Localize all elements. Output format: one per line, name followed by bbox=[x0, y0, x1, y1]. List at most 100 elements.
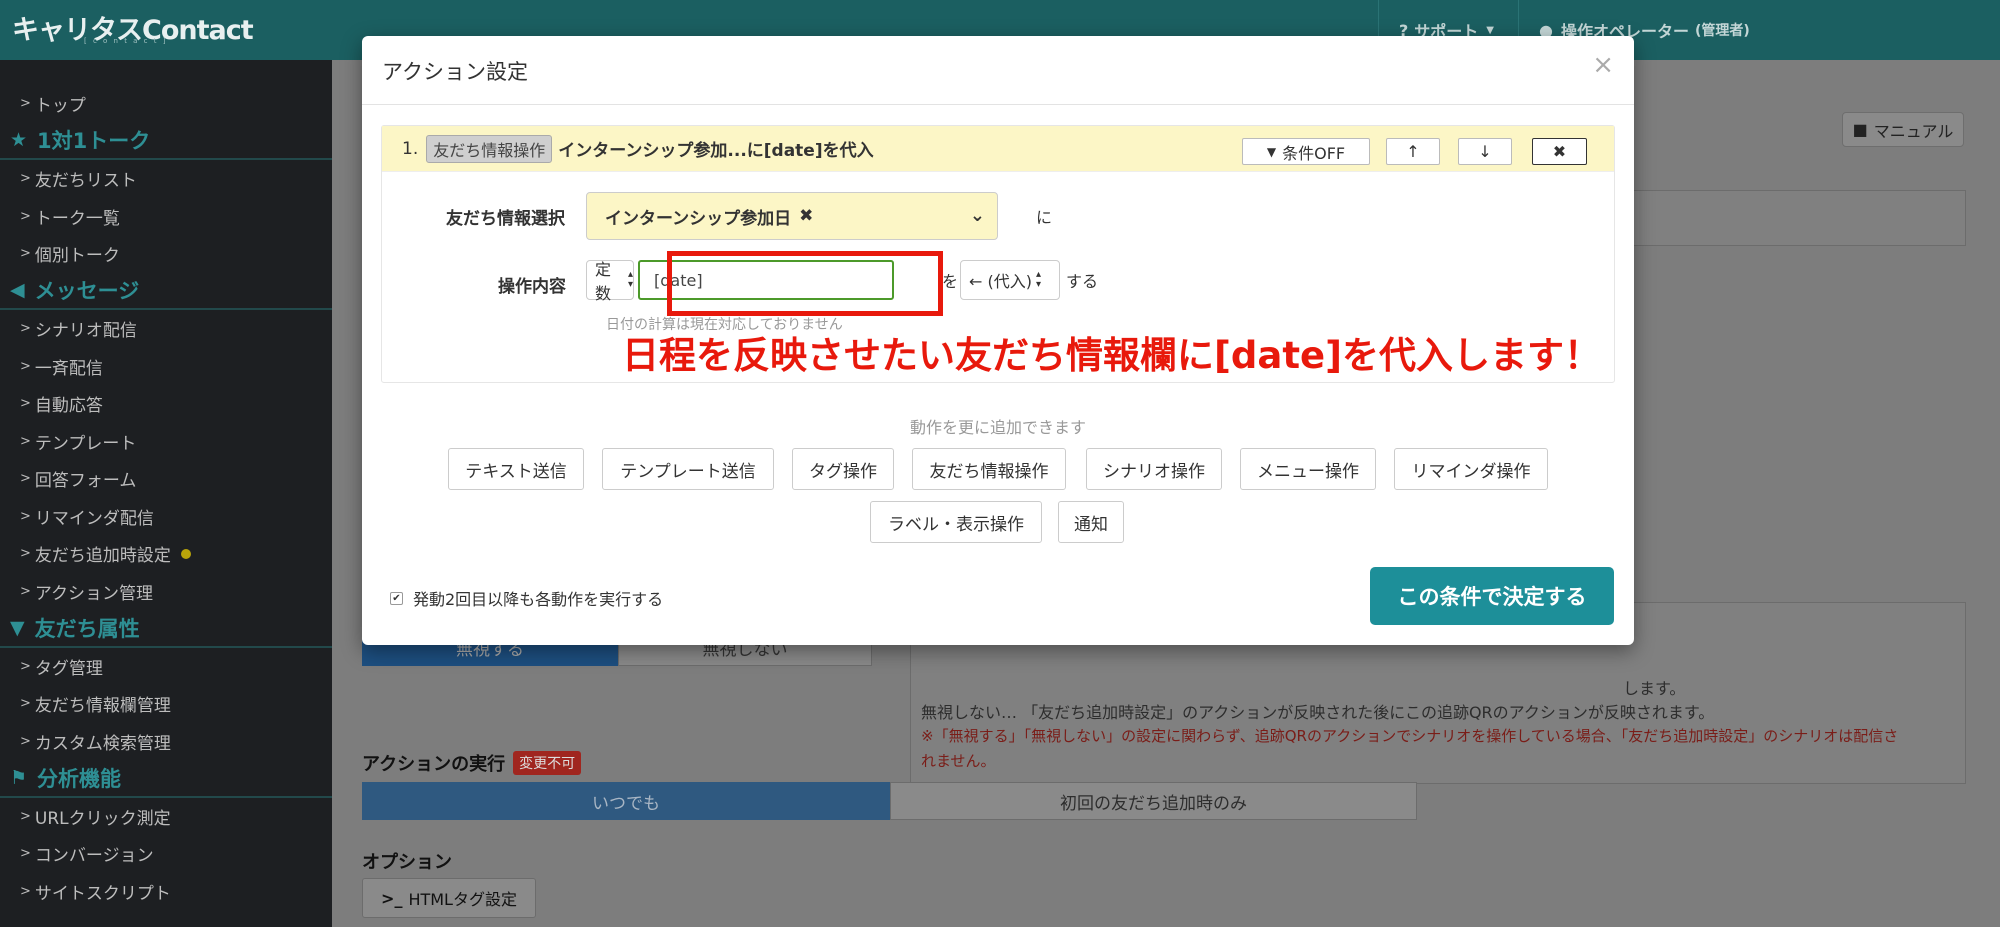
move-down-button[interactable]: ↓ bbox=[1458, 138, 1512, 165]
terminal-icon: >_ bbox=[381, 888, 403, 908]
sidebar-item-label: トーク一覧 bbox=[34, 208, 120, 229]
sidebar-item-friend-field-mgmt[interactable]: > 友だち情報欄管理 bbox=[0, 685, 332, 723]
sidebar-section-label: 1対1トーク bbox=[37, 129, 151, 154]
chevron-right-icon: > bbox=[20, 246, 31, 262]
chevron-right-icon: > bbox=[20, 696, 31, 712]
sidebar-item-label: カスタム検索管理 bbox=[34, 733, 171, 754]
sidebar-item-friend-list[interactable]: > 友だちリスト bbox=[0, 160, 332, 198]
info-warning: れません。 bbox=[921, 752, 996, 770]
sidebar-item-template[interactable]: > テンプレート bbox=[0, 423, 332, 461]
exec-first-only-toggle[interactable]: 初回の友だち追加時のみ bbox=[890, 782, 1417, 820]
operation-type-select[interactable]: 定数 ▴ ▾ bbox=[586, 260, 634, 303]
book-icon: ■ bbox=[1852, 120, 1868, 139]
sidebar-item-url-click[interactable]: > URLクリック測定 bbox=[0, 798, 332, 836]
chevron-right-icon: > bbox=[20, 208, 31, 224]
friend-info-label: 友だち情報選択 bbox=[446, 209, 565, 229]
sidebar-section-talk: ★ 1対1トーク bbox=[0, 123, 332, 160]
sidebar-item-label: URLクリック測定 bbox=[34, 808, 171, 829]
add-tag-operation-button[interactable]: タグ操作 bbox=[792, 448, 894, 490]
chevron-right-icon: > bbox=[20, 321, 31, 337]
caret-down-icon: ▼ bbox=[1486, 24, 1494, 36]
sidebar: > トップ ★ 1対1トーク > 友だちリスト > トーク一覧 > 個別トーク ◀ メッセー… bbox=[0, 60, 332, 927]
add-friend-info-operation-button[interactable]: 友だち情報操作 bbox=[912, 448, 1066, 490]
sidebar-item-label: サイトスクリプト bbox=[34, 883, 171, 904]
sidebar-section-analysis: ⚑ 分析機能 bbox=[0, 760, 332, 798]
assign-select[interactable]: ← (代入) ▴ ▾ bbox=[960, 260, 1060, 300]
checkbox-checked-icon[interactable]: ✔ bbox=[390, 591, 403, 605]
add-text-send-button[interactable]: テキスト送信 bbox=[448, 448, 584, 490]
manual-button[interactable]: ■ マニュアル bbox=[1842, 112, 1964, 147]
info-text: 無視しない… 「友だち追加時設定」のアクションが反映された後にこの追跡QRのアク… bbox=[921, 703, 1715, 722]
operator-role: (管理者) bbox=[1694, 23, 1750, 39]
sidebar-item-answer-form[interactable]: > 回答フォーム bbox=[0, 460, 332, 498]
particle-wo: を bbox=[942, 272, 959, 291]
add-template-send-button[interactable]: テンプレート送信 bbox=[602, 448, 774, 490]
sort-icon: ▴ ▾ bbox=[627, 269, 633, 290]
sidebar-item-label: テンプレート bbox=[34, 433, 137, 454]
delete-action-button[interactable]: ✖ bbox=[1532, 138, 1587, 165]
add-action-hint: 動作を更に追加できます bbox=[909, 418, 1086, 437]
chevron-right-icon: > bbox=[20, 658, 31, 674]
exec-always-toggle[interactable]: いつでも bbox=[362, 782, 890, 820]
modal-title: アクション設定 bbox=[382, 60, 528, 84]
confirm-condition-button[interactable]: この条件で決定する bbox=[1370, 567, 1614, 625]
locked-badge: 変更不可 bbox=[513, 751, 582, 775]
sidebar-item-label: トップ bbox=[34, 96, 86, 117]
chevron-right-icon: > bbox=[20, 846, 31, 862]
sidebar-item-top[interactable]: > トップ bbox=[0, 85, 332, 123]
sort-icon: ▴ ▾ bbox=[1035, 269, 1042, 290]
arrow-up-icon: ↑ bbox=[1406, 142, 1420, 161]
sidebar-item-talk-list[interactable]: > トーク一覧 bbox=[0, 198, 332, 236]
operation-type-value: 定数 bbox=[595, 260, 612, 303]
chevron-right-icon: > bbox=[20, 546, 31, 562]
manual-label: マニュアル bbox=[1873, 121, 1954, 141]
sidebar-item-label: リマインダ配信 bbox=[34, 508, 154, 529]
sidebar-item-label: 友だちリスト bbox=[34, 171, 137, 192]
remove-icon[interactable]: ✖ bbox=[799, 206, 813, 226]
info-warning: ※「無視する」「無視しない」の設定に関わらず、追跡QRのアクションでシナリオを操… bbox=[921, 727, 1899, 745]
move-up-button[interactable]: ↑ bbox=[1386, 138, 1440, 165]
html-tag-label: HTMLタグ設定 bbox=[408, 890, 517, 909]
add-scenario-operation-button[interactable]: シナリオ操作 bbox=[1086, 448, 1222, 490]
action-panel-title: インターンシップ参加...に[date]を代入 bbox=[558, 141, 874, 161]
arrow-down-icon: ↓ bbox=[1478, 142, 1492, 161]
action-index: 1. bbox=[402, 138, 419, 159]
sidebar-item-custom-search[interactable]: > カスタム検索管理 bbox=[0, 723, 332, 761]
repeat-actions-checkbox[interactable]: ✔ 発動2回目以降も各動作を実行する bbox=[390, 586, 663, 610]
sidebar-item-action-mgmt[interactable]: > アクション管理 bbox=[0, 573, 332, 611]
sidebar-item-tag-mgmt[interactable]: > タグ管理 bbox=[0, 648, 332, 686]
chevron-right-icon: > bbox=[20, 471, 31, 487]
sidebar-section-label: メッセージ bbox=[34, 279, 140, 304]
status-dot bbox=[180, 548, 191, 559]
info-text: します。 bbox=[1623, 679, 1686, 698]
friend-info-select[interactable]: インターンシップ参加日 ✖ ⌄ bbox=[586, 192, 998, 240]
chevron-right-icon: > bbox=[20, 733, 31, 749]
sidebar-item-friend-add-setting[interactable]: > 友だち追加時設定 bbox=[0, 535, 332, 573]
sidebar-item-label: アクション管理 bbox=[34, 583, 154, 604]
assign-value: ← (代入) bbox=[969, 272, 1032, 291]
chevron-right-icon: > bbox=[20, 96, 31, 112]
sidebar-item-reminder[interactable]: > リマインダ配信 bbox=[0, 498, 332, 536]
close-icon[interactable]: × bbox=[1592, 50, 1614, 80]
sidebar-item-conversion[interactable]: > コンバージョン bbox=[0, 835, 332, 873]
sidebar-section-label: 分析機能 bbox=[37, 766, 122, 791]
sidebar-item-broadcast[interactable]: > 一斉配信 bbox=[0, 348, 332, 386]
options-heading: オプション bbox=[362, 852, 452, 873]
condition-off-button[interactable]: ▼ 条件OFF bbox=[1242, 138, 1370, 165]
sidebar-item-label: 個別トーク bbox=[34, 246, 120, 267]
flag-icon: ⚑ bbox=[10, 766, 28, 789]
sidebar-item-individual-talk[interactable]: > 個別トーク bbox=[0, 235, 332, 273]
add-label-display-operation-button[interactable]: ラベル・表示操作 bbox=[870, 501, 1042, 543]
add-reminder-operation-button[interactable]: リマインダ操作 bbox=[1394, 448, 1548, 490]
html-tag-button[interactable]: >_ HTMLタグ設定 bbox=[362, 878, 536, 918]
chevron-right-icon: > bbox=[20, 433, 31, 449]
add-menu-operation-button[interactable]: メニュー操作 bbox=[1240, 448, 1376, 490]
modal-divider bbox=[362, 104, 1634, 105]
sidebar-item-auto-reply[interactable]: > 自動応答 bbox=[0, 385, 332, 423]
filter-icon: ▼ bbox=[1266, 144, 1277, 159]
sidebar-item-scenario[interactable]: > シナリオ配信 bbox=[0, 310, 332, 348]
sidebar-section-label: 友だち属性 bbox=[34, 616, 140, 641]
sidebar-item-label: 回答フォーム bbox=[34, 471, 137, 492]
add-notification-button[interactable]: 通知 bbox=[1058, 501, 1124, 543]
sidebar-item-site-script[interactable]: > サイトスクリプト bbox=[0, 873, 332, 911]
